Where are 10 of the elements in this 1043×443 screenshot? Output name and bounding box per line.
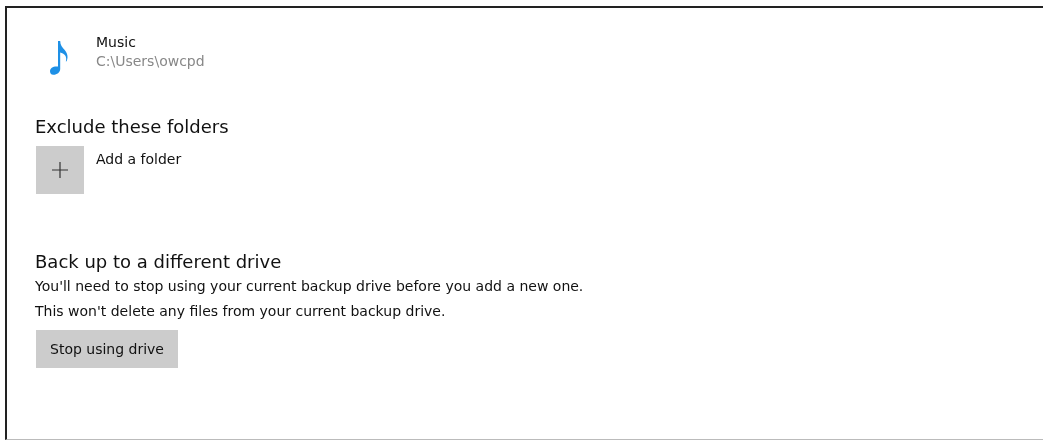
section-heading: Back up to a different drive xyxy=(35,250,282,274)
stop-using-drive-button[interactable]: Stop using drive xyxy=(36,330,178,368)
add-folder-label[interactable]: Add a folder xyxy=(96,151,182,167)
add-folder-button[interactable] xyxy=(36,146,84,194)
section-heading: Exclude these folders xyxy=(35,115,229,139)
music-note-icon xyxy=(50,41,68,75)
folder-name: Music xyxy=(96,33,137,51)
folder-path: C:\Users\owcpd xyxy=(96,52,205,71)
description-text: You'll need to stop using your current backup drive before you add a new one. This won't delete any files from your current backup drive. xyxy=(35,277,585,321)
plus-icon xyxy=(52,162,68,178)
